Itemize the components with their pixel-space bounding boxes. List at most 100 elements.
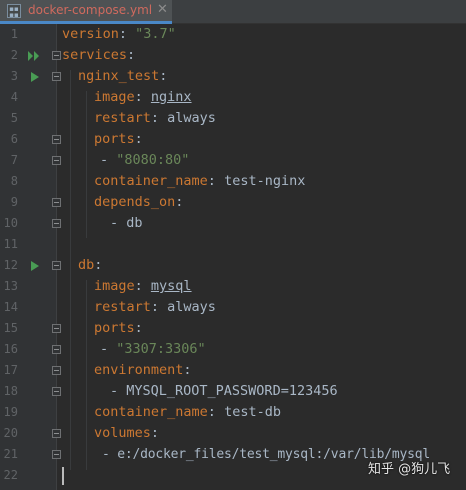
code-line: - MYSQL_ROOT_PASSWORD=123456 [110, 381, 338, 402]
yaml-key: image [94, 89, 135, 105]
yaml-separator: : [134, 89, 151, 105]
yaml-dash: - [100, 152, 117, 168]
watermark: 知乎 @狗儿飞 [368, 462, 451, 477]
yaml-separator: : [150, 425, 160, 441]
yaml-value: always [167, 299, 216, 315]
code-line: db: [78, 255, 102, 276]
yaml-separator: : [134, 131, 143, 147]
code-line: restart: always [94, 297, 216, 318]
line-number: 13 [3, 279, 18, 293]
gutter-separator [56, 24, 57, 490]
code-line: - "8080:80" [100, 150, 189, 171]
run-service-nginx-icon[interactable] [29, 71, 41, 83]
fold-end-icon[interactable] [52, 156, 61, 165]
line-number: 19 [3, 405, 18, 419]
yaml-separator: : [94, 257, 103, 273]
fold-minus-icon[interactable] [52, 324, 61, 333]
yaml-separator: : [150, 110, 168, 126]
yaml-separator: : [134, 320, 143, 336]
yaml-separator: : [134, 278, 151, 294]
fold-minus-icon[interactable] [52, 72, 61, 81]
yaml-key: version [62, 26, 119, 42]
yaml-string: "3.7" [135, 26, 176, 42]
code-line: image: mysql [94, 276, 192, 297]
line-number: 18 [3, 384, 18, 398]
yaml-string: "8080:80" [116, 152, 190, 168]
yaml-key: restart [94, 299, 151, 315]
code-line: depends_on: [94, 192, 183, 213]
yaml-dash: - [102, 447, 118, 462]
yaml-separator: : [207, 404, 225, 420]
line-number: 11 [3, 237, 18, 251]
code-line: - "3307:3306" [100, 339, 206, 360]
line-number: 16 [3, 342, 18, 356]
yaml-value: db [126, 215, 143, 231]
code-line: - db [110, 213, 143, 234]
fold-minus-icon[interactable] [52, 261, 61, 270]
yaml-key: volumes [94, 425, 151, 441]
yaml-separator: : [159, 68, 168, 84]
code-line: services: [62, 45, 135, 66]
code-line: environment: [94, 360, 192, 381]
fold-end-icon[interactable] [52, 219, 61, 228]
yaml-key: services [62, 47, 128, 63]
code-line: version: "3.7" [62, 24, 176, 45]
fold-minus-icon[interactable] [52, 51, 61, 60]
code-line: ports: [94, 318, 143, 339]
run-service-db-icon[interactable] [29, 260, 41, 272]
line-number: 15 [3, 321, 18, 335]
line-number: 10 [3, 216, 18, 230]
yaml-key: ports [94, 320, 135, 336]
code-line: nginx_test: [78, 66, 167, 87]
fold-minus-icon[interactable] [52, 135, 61, 144]
yaml-value: nginx [150, 89, 192, 105]
yaml-key: image [94, 278, 135, 294]
fold-end-icon[interactable] [52, 450, 61, 459]
line-number: 1 [10, 27, 18, 41]
line-number: 6 [10, 132, 18, 146]
run-all-services-icon[interactable] [27, 50, 41, 62]
code-line: ports: [94, 129, 143, 150]
fold-minus-icon[interactable] [52, 429, 61, 438]
code-editor[interactable]: version: "3.7" services: nginx_test: ima… [62, 24, 466, 490]
fold-minus-icon[interactable] [52, 366, 61, 375]
yaml-key: restart [94, 110, 151, 126]
editor-tab-bar: ▪▪ ▪▪ docker-compose.yml ✕ [0, 0, 466, 24]
yaml-separator: : [183, 362, 192, 378]
yaml-key: environment [94, 362, 184, 378]
line-number: 17 [3, 363, 18, 377]
line-number: 22 [3, 468, 18, 482]
tab-docker-compose[interactable]: ▪▪ ▪▪ docker-compose.yml ✕ [0, 0, 172, 24]
line-number: 21 [3, 447, 18, 461]
yaml-string: "3307:3306" [116, 341, 206, 357]
yaml-key: nginx_test [78, 68, 160, 84]
yaml-value: test-db [224, 404, 281, 420]
line-number: 3 [10, 69, 18, 83]
line-number: 5 [10, 111, 18, 125]
code-line: volumes: [94, 423, 159, 444]
yaml-key: db [78, 257, 95, 273]
yaml-separator: : [127, 47, 136, 63]
code-line: restart: always [94, 108, 216, 129]
yaml-value: test-nginx [224, 173, 306, 189]
fold-minus-icon[interactable] [52, 198, 61, 207]
line-number: 9 [10, 195, 18, 209]
yaml-value: mysql [150, 278, 192, 294]
fold-end-icon[interactable] [52, 387, 61, 396]
yaml-key: container_name [94, 173, 208, 189]
yaml-value: always [167, 110, 216, 126]
code-line: container_name: test-db [94, 402, 281, 423]
close-icon[interactable]: ✕ [157, 2, 168, 17]
tab-title: docker-compose.yml [28, 3, 153, 17]
yaml-separator: : [150, 299, 168, 315]
line-number: 4 [10, 90, 18, 104]
docker-compose-file-icon: ▪▪ ▪▪ [7, 4, 21, 18]
line-number: 7 [10, 153, 18, 167]
yaml-dash: - [100, 341, 117, 357]
yaml-separator: : [175, 194, 184, 210]
fold-end-icon[interactable] [52, 345, 61, 354]
line-number: 12 [3, 258, 18, 272]
line-number: 8 [10, 174, 18, 188]
line-number: 2 [10, 48, 18, 62]
code-line: container_name: test-nginx [94, 171, 305, 192]
